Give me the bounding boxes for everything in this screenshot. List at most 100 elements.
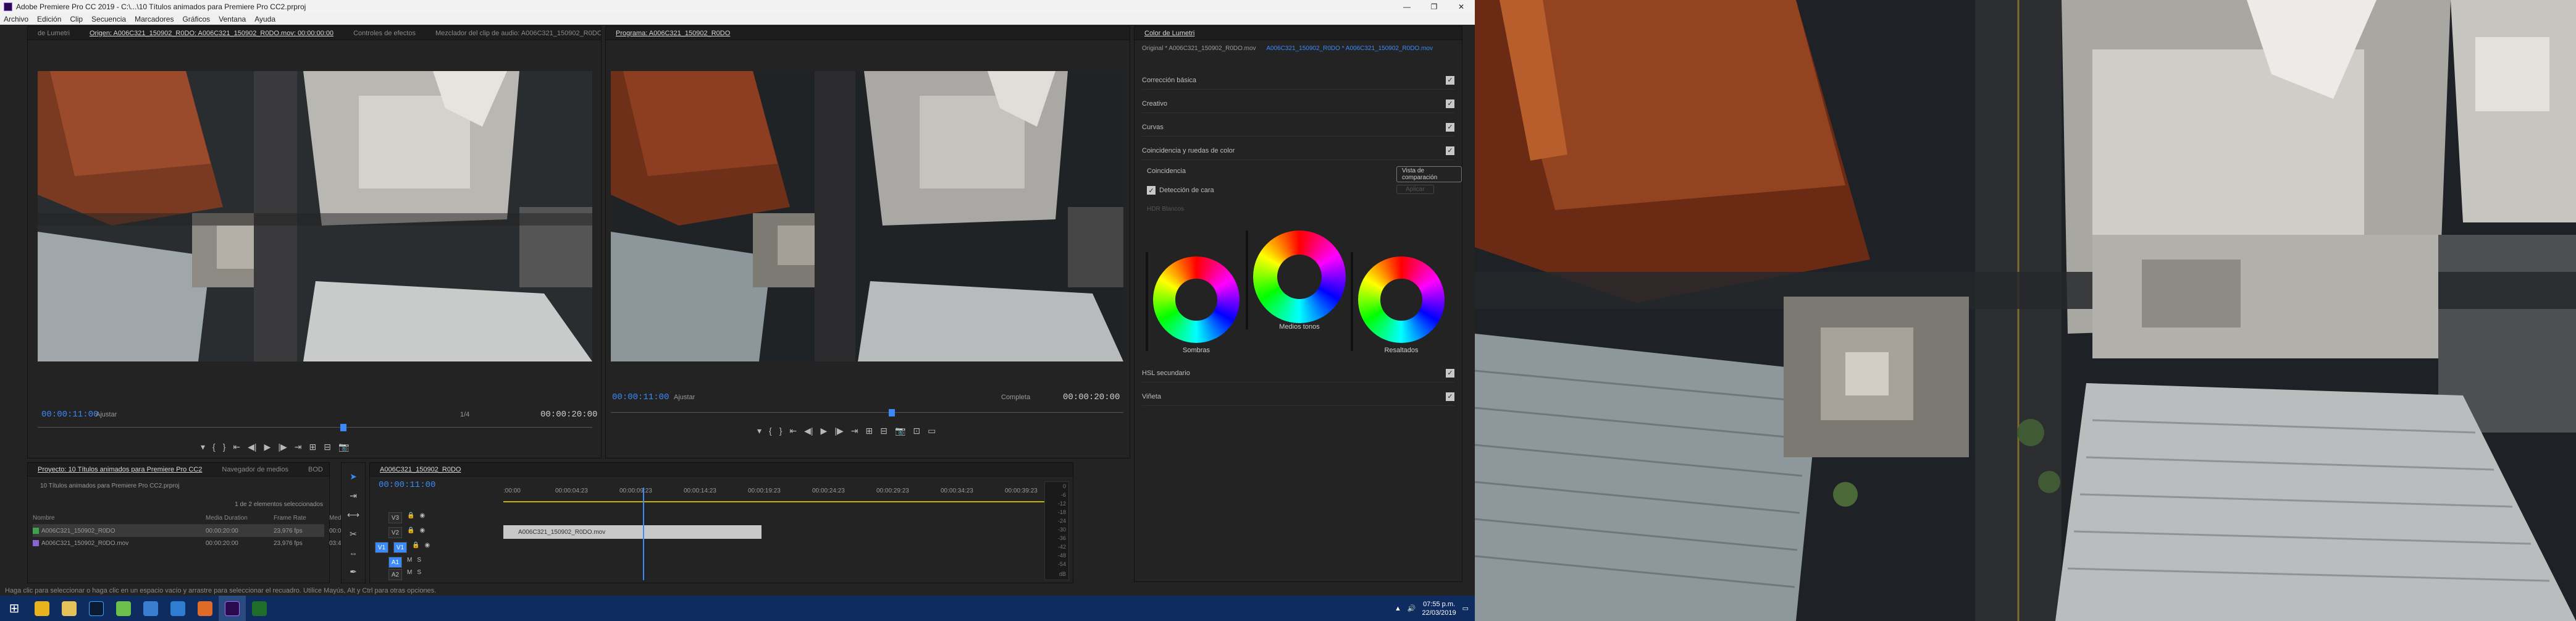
section-hsl-secondary[interactable]: HSL secundario ✓ [1142, 364, 1454, 382]
section-enabled-checkbox[interactable]: ✓ [1446, 75, 1454, 85]
solo-icon[interactable]: S [417, 569, 421, 580]
menu-ventana[interactable]: Ventana [219, 15, 246, 23]
menu-archivo[interactable]: Archivo [4, 15, 28, 23]
tab-lumetri-scopes[interactable]: de Lumetri [28, 30, 80, 37]
mark-out-button[interactable]: } [779, 426, 782, 436]
tab-bod[interactable]: BOD [298, 466, 329, 473]
tab-project[interactable]: Proyecto: 10 Títulos animados para Premi… [28, 466, 212, 473]
mark-out-button[interactable]: } [223, 442, 226, 452]
timeline-timecode[interactable]: 00:00:11:00 [379, 480, 435, 490]
mark-in-button[interactable]: { [212, 442, 216, 452]
maps-icon[interactable] [164, 596, 191, 621]
firefox-icon[interactable] [191, 596, 219, 621]
col-media-duration[interactable]: Media Duration [206, 515, 274, 522]
lock-icon[interactable]: 🔒 [407, 512, 414, 523]
overwrite-button[interactable]: ⊟ [324, 442, 331, 452]
time-ruler[interactable]: :00:00 00:00:04:23 00:00:09:23 00:00:14:… [503, 488, 1059, 499]
menu-edicion[interactable]: Edición [37, 15, 61, 23]
tab-audio-clip-mixer[interactable]: Mezclador del clip de audio: A006C321_15… [426, 30, 601, 37]
go-to-in-button[interactable]: ⇤ [233, 442, 240, 452]
clock[interactable]: 07:55 p.m. 22/03/2019 [1422, 600, 1456, 617]
go-to-in-button[interactable]: ⇤ [789, 426, 797, 436]
menu-clip[interactable]: Clip [70, 15, 83, 23]
mute-icon[interactable]: M [407, 557, 412, 568]
program-timecode[interactable]: 00:00:11:00 [612, 392, 669, 402]
add-marker-button[interactable]: ▾ [757, 426, 761, 436]
step-back-button[interactable]: ◀| [248, 442, 256, 452]
go-to-out-button[interactable]: ⇥ [295, 442, 302, 452]
lock-icon[interactable]: 🔒 [412, 542, 419, 553]
work-area-bar[interactable] [503, 501, 1065, 502]
slip-tool-icon[interactable]: ⇔ [349, 548, 358, 558]
source-scale-dropdown[interactable]: 1/4 [460, 411, 469, 418]
tab-media-browser[interactable]: Navegador de medios [212, 466, 298, 473]
play-button[interactable]: ▶ [821, 426, 828, 436]
source-fit-dropdown[interactable]: Ajustar [96, 411, 117, 418]
solo-icon[interactable]: S [417, 557, 421, 568]
close-button[interactable]: ✕ [1448, 0, 1475, 14]
insert-button[interactable]: ⊞ [309, 442, 316, 452]
go-to-out-button[interactable]: ⇥ [851, 426, 858, 436]
track-v3-label[interactable]: V3 [388, 512, 402, 523]
section-basic-correction[interactable]: Corrección básica ✓ [1142, 71, 1454, 90]
section-creative[interactable]: Creativo ✓ [1142, 95, 1454, 113]
source-playhead[interactable] [340, 424, 346, 431]
premiere-pro-icon[interactable] [219, 596, 246, 621]
section-enabled-checkbox[interactable]: ✓ [1446, 146, 1454, 155]
col-frame-rate[interactable]: Frame Rate [274, 515, 329, 522]
eye-icon[interactable]: ◉ [419, 527, 425, 538]
lift-button[interactable]: ⊞ [865, 426, 873, 436]
lumetri-target-label[interactable]: A006C321_150902_R0DO * A006C321_150902_R… [1266, 45, 1433, 52]
mute-icon[interactable]: M [407, 569, 412, 580]
track-v1-label[interactable]: V1 [393, 542, 407, 553]
fullscreen-preview[interactable] [1475, 0, 2576, 621]
tab-program[interactable]: Programa: A006C321_150902_R0DO [606, 30, 740, 37]
pen-tool-icon[interactable]: ✒ [350, 567, 357, 577]
file-explorer-icon[interactable] [56, 596, 83, 621]
step-back-button[interactable]: ◀| [804, 426, 813, 436]
shadows-slider[interactable] [1146, 252, 1148, 351]
program-scrubber[interactable] [611, 409, 1123, 421]
section-enabled-checkbox[interactable]: ✓ [1446, 99, 1454, 108]
photoshop-icon[interactable] [83, 596, 110, 621]
minimize-button[interactable]: — [1393, 0, 1420, 14]
midtones-slider[interactable] [1246, 230, 1248, 329]
section-enabled-checkbox[interactable]: ✓ [1446, 122, 1454, 132]
highlights-slider[interactable] [1351, 252, 1353, 351]
tab-sequence[interactable]: A006C321_150902_R0DO [370, 466, 471, 473]
extract-button[interactable]: ⊟ [880, 426, 887, 436]
comparison-view-button[interactable]: Vista de comparación [1396, 166, 1462, 182]
face-detection-checkbox[interactable]: ✓ [1147, 186, 1156, 195]
edge-icon[interactable] [137, 596, 164, 621]
tab-source[interactable]: Origen: A006C321_150902_R0DO: A006C321_1… [80, 30, 343, 37]
notifications-icon[interactable]: ▭ [1462, 604, 1469, 612]
ripple-edit-tool-icon[interactable]: ⟷ [347, 510, 359, 520]
section-enabled-checkbox[interactable]: ✓ [1446, 368, 1454, 378]
apply-match-button[interactable]: Aplicar [1396, 185, 1434, 194]
safe-margins-icon[interactable]: ▭ [928, 426, 936, 436]
track-select-tool-icon[interactable]: ⇥ [350, 491, 357, 501]
track-a2-label[interactable]: A2 [388, 569, 402, 580]
menu-ayuda[interactable]: Ayuda [254, 15, 275, 23]
windows-start-icon[interactable]: ⊞ [0, 596, 28, 621]
program-video-frame[interactable] [611, 71, 1123, 361]
selection-tool-icon[interactable]: ➤ [350, 471, 357, 482]
face-detection-option[interactable]: ✓ Detección de cara [1147, 186, 1214, 195]
section-vignette[interactable]: Viñeta ✓ [1142, 387, 1454, 406]
maximize-button[interactable]: ❐ [1420, 0, 1448, 14]
export-frame-icon[interactable]: 📷 [895, 426, 905, 436]
source-video-frame[interactable] [38, 71, 592, 361]
col-name[interactable]: Nombre [33, 515, 82, 522]
export-frame-icon[interactable]: 📷 [338, 442, 349, 452]
highlights-color-wheel[interactable] [1358, 256, 1445, 343]
eye-icon[interactable]: ◉ [419, 512, 425, 523]
track-a1-label[interactable]: A1 [388, 557, 402, 568]
play-button[interactable]: ▶ [264, 442, 271, 452]
lumetri-source-label[interactable]: Original * A006C321_150902_R0DO.mov [1142, 45, 1256, 52]
menu-marcadores[interactable]: Marcadores [135, 15, 174, 23]
timeline-playhead[interactable] [643, 488, 644, 580]
android-icon[interactable] [110, 596, 137, 621]
lock-icon[interactable]: 🔒 [407, 527, 414, 538]
menu-graficos[interactable]: Gráficos [182, 15, 210, 23]
program-playhead[interactable] [889, 409, 895, 416]
